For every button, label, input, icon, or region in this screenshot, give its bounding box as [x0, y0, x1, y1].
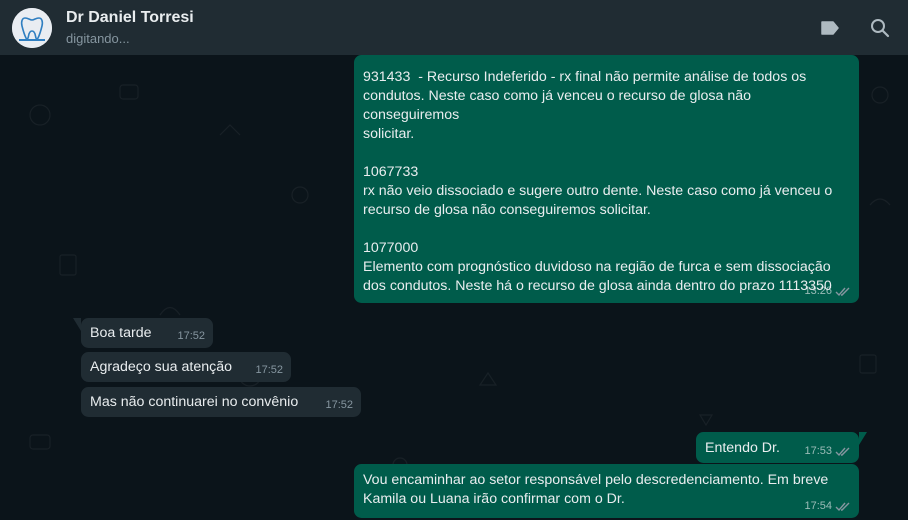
- double-check-icon: [835, 447, 850, 457]
- message-bubble-incoming[interactable]: Agradeço sua atenção 17:52: [81, 352, 291, 382]
- typing-status: digitando...: [66, 30, 130, 46]
- avatar[interactable]: [12, 7, 52, 48]
- label-icon[interactable]: [818, 16, 842, 40]
- message-time: 17:53: [804, 445, 832, 457]
- contact-name[interactable]: Dr Daniel Torresi: [66, 8, 194, 28]
- message-bubble-incoming[interactable]: Mas não continuarei no convênio 17:52: [81, 387, 361, 417]
- message-time: 17:52: [325, 399, 353, 411]
- message-text: Mas não continuarei no convênio: [90, 394, 299, 410]
- message-bubble-outgoing[interactable]: Entendo Dr. 17:53: [696, 432, 867, 463]
- search-icon[interactable]: [868, 16, 892, 40]
- message-time: 17:52: [255, 364, 283, 376]
- message-text: Agradeço sua atenção: [90, 359, 232, 375]
- message-list[interactable]: 931433 - Recurso Indeferido - rx final n…: [0, 55, 908, 520]
- double-check-icon: [835, 502, 850, 512]
- message-time: 17:52: [177, 330, 205, 342]
- double-check-icon: [835, 287, 850, 297]
- message-time: 13:26: [804, 285, 832, 297]
- message-text: 931433 - Recurso Indeferido - rx final n…: [363, 69, 833, 294]
- message-text: Vou encaminhar ao setor responsável pelo…: [363, 472, 829, 507]
- message-bubble-incoming[interactable]: Boa tarde 17:52: [73, 318, 213, 348]
- message-bubble-outgoing[interactable]: Vou encaminhar ao setor responsável pelo…: [354, 464, 859, 518]
- message-bubble-outgoing[interactable]: 931433 - Recurso Indeferido - rx final n…: [354, 55, 859, 303]
- chat-header[interactable]: Dr Daniel Torresi digitando...: [0, 0, 908, 55]
- dental-logo-icon: [12, 7, 52, 48]
- message-time: 17:54: [804, 500, 832, 512]
